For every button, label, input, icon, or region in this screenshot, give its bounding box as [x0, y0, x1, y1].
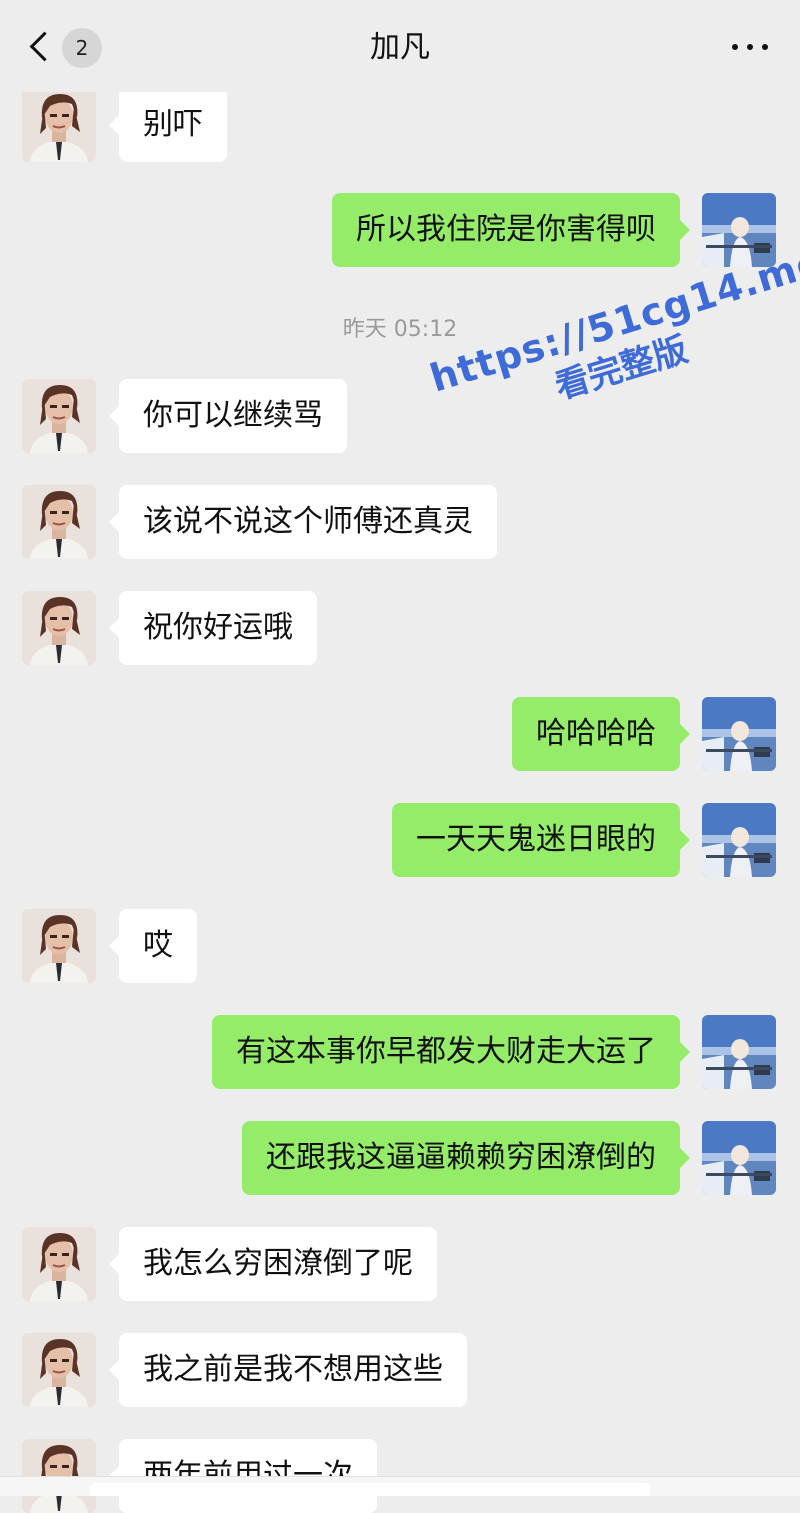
- message-bubble[interactable]: 一天天鬼迷日眼的: [392, 803, 690, 877]
- message-input[interactable]: [90, 1483, 650, 1496]
- user-avatar[interactable]: [702, 803, 776, 877]
- chat-title: 加凡: [370, 30, 430, 65]
- contact-avatar[interactable]: [22, 1227, 96, 1301]
- contact-avatar[interactable]: [22, 379, 96, 453]
- message-bubble[interactable]: 该说不说这个师傅还真灵: [109, 485, 497, 559]
- message-bubble[interactable]: 我怎么穷困潦倒了呢: [109, 1227, 437, 1301]
- more-dot-icon: [732, 44, 738, 50]
- chat-header: 2 加凡: [0, 0, 800, 92]
- message-bubble[interactable]: 哎: [109, 909, 197, 983]
- contact-avatar[interactable]: [22, 1333, 96, 1407]
- user-avatar[interactable]: [702, 1121, 776, 1195]
- more-options-button[interactable]: [728, 34, 772, 60]
- user-avatar[interactable]: [702, 697, 776, 771]
- message-bubble[interactable]: 别吓: [109, 88, 227, 162]
- message-bubble[interactable]: 祝你好运哦: [109, 591, 317, 665]
- message-bubble[interactable]: 我之前是我不想用这些: [109, 1333, 467, 1407]
- contact-avatar[interactable]: [22, 591, 96, 665]
- contact-avatar[interactable]: [22, 88, 96, 162]
- message-bubble[interactable]: 有这本事你早都发大财走大运了: [212, 1015, 690, 1089]
- more-dot-icon: [762, 44, 768, 50]
- message-list[interactable]: 别吓 所以我住院是你害得呗 昨天 05:12 你可以继续骂 该说不说这个师傅还真…: [0, 0, 800, 1513]
- contact-avatar[interactable]: [22, 909, 96, 983]
- contact-avatar[interactable]: [22, 485, 96, 559]
- more-dot-icon: [747, 44, 753, 50]
- message-bubble[interactable]: 哈哈哈哈: [512, 697, 690, 771]
- message-bubble[interactable]: 还跟我这逼逼赖赖穷困潦倒的: [242, 1121, 690, 1195]
- input-bar[interactable]: [0, 1476, 800, 1496]
- message-bubble[interactable]: 你可以继续骂: [109, 379, 347, 453]
- user-avatar[interactable]: [702, 1015, 776, 1089]
- message-bubble[interactable]: 所以我住院是你害得呗: [332, 193, 690, 267]
